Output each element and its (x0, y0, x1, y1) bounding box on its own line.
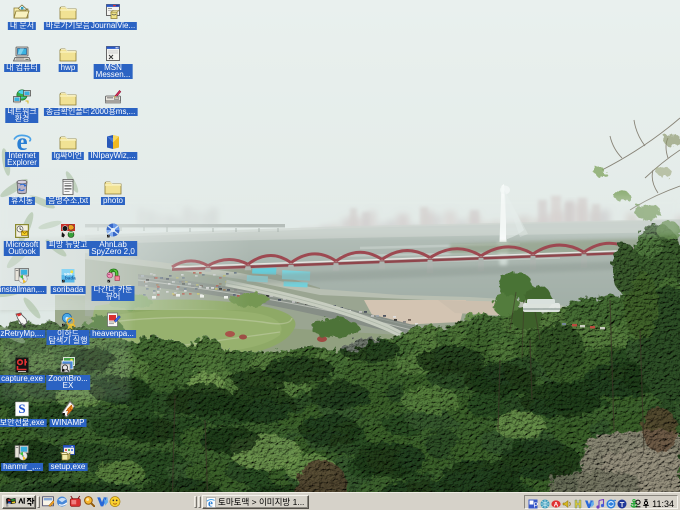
svg-text:P: P (534, 503, 539, 510)
svg-text:A: A (553, 502, 558, 509)
svg-text:S: S (18, 401, 25, 416)
svg-text:bada: bada (65, 276, 76, 281)
svg-text:e: e (208, 497, 213, 508)
svg-text:T: T (620, 500, 625, 509)
